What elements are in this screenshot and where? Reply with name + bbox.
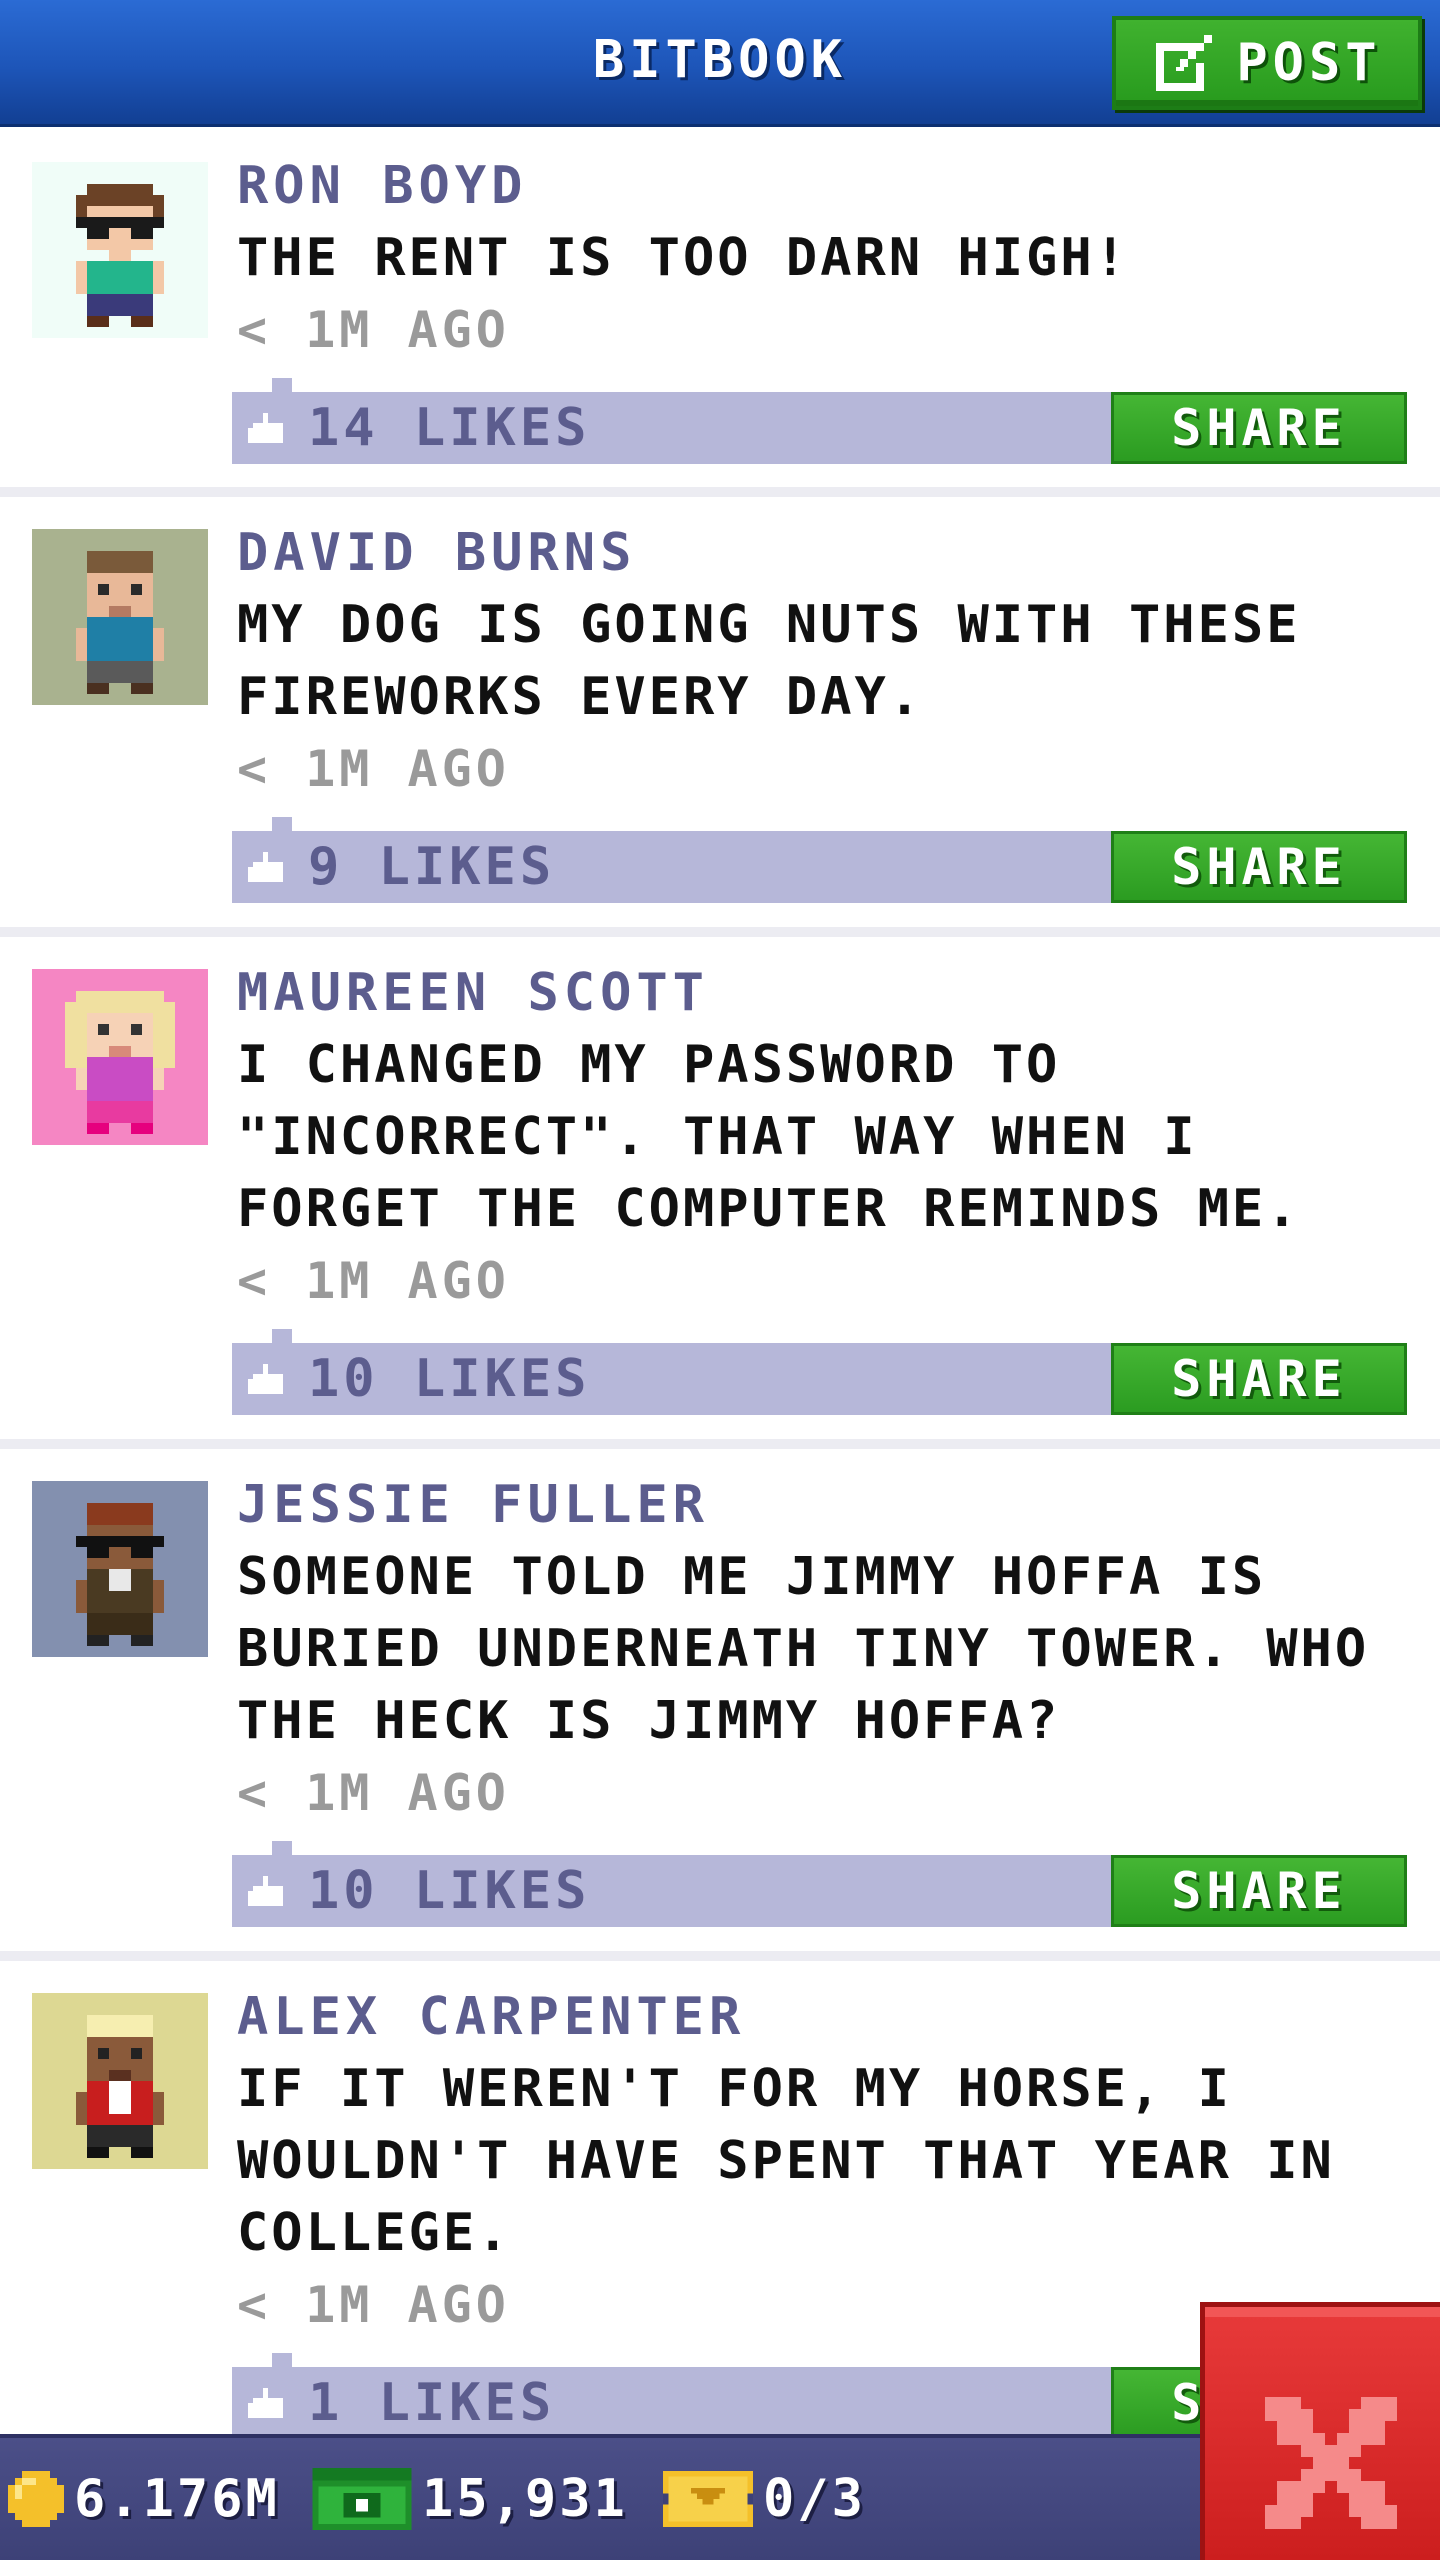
likes-count: 10 LIKES [308, 1861, 591, 1921]
tickets-counter: 0/3 [663, 2464, 866, 2534]
post-button[interactable]: POST [1112, 16, 1422, 110]
post-body-line: FIREWORKS EVERY DAY. [237, 667, 924, 727]
ron-boyd-avatar [32, 162, 208, 338]
ticket-icon [663, 2470, 753, 2528]
close-icon [1265, 2397, 1397, 2529]
thumbs-up-icon [248, 413, 283, 443]
post-timestamp: < 1M AGO [237, 301, 510, 359]
post-body-line: WOULDN'T HAVE SPENT THAT YEAR IN [237, 2131, 1335, 2191]
share-button[interactable]: SHARE [1111, 1343, 1407, 1415]
bux-value: 15,931 [422, 2469, 628, 2529]
compose-icon [1156, 35, 1213, 91]
post-body-line: FORGET THE COMPUTER REMINDS ME. [237, 1179, 1301, 1239]
share-button[interactable]: SHARE [1111, 1855, 1407, 1927]
likes-bar: 14 LIKES SHARE [232, 378, 1407, 464]
post-timestamp: < 1M AGO [237, 1252, 510, 1310]
alex-carpenter-avatar [32, 1993, 208, 2169]
post-author[interactable]: RON BOYD [237, 150, 527, 222]
likes-count: 10 LIKES [308, 1349, 591, 1409]
post-author[interactable]: MAUREEN SCOTT [237, 957, 709, 1029]
jessie-fuller-avatar [32, 1481, 208, 1657]
post-body: IF IT WEREN'T FOR MY HORSE, I WOULDN'T H… [237, 2053, 1417, 2269]
thumbs-up-icon [248, 2388, 283, 2418]
post-author[interactable]: DAVID BURNS [237, 517, 636, 589]
likes-bar: 10 LIKES SHARE [232, 1841, 1407, 1927]
post-body: SOMEONE TOLD ME JIMMY HOFFA IS BURIED UN… [237, 1541, 1417, 1757]
post-timestamp: < 1M AGO [237, 740, 510, 798]
post-body-line: THE RENT IS TOO DARN HIGH! [237, 228, 1129, 288]
post-timestamp: < 1M AGO [237, 2276, 510, 2334]
feed-post: JESSIE FULLER SOMEONE TOLD ME JIMMY HOFF… [0, 1449, 1440, 1961]
post-body-line: IF IT WEREN'T FOR MY HORSE, I [237, 2059, 1232, 2119]
likes-bar: 9 LIKES SHARE [232, 817, 1407, 903]
feed-post: RON BOYD THE RENT IS TOO DARN HIGH! < 1M… [0, 130, 1440, 497]
share-button[interactable]: SHARE [1111, 831, 1407, 903]
bux-icon [312, 2468, 412, 2530]
post-body-line: SOMEONE TOLD ME JIMMY HOFFA IS [237, 1547, 1267, 1607]
likes-bar: 10 LIKES SHARE [232, 1329, 1407, 1415]
thumbs-up-icon [248, 1364, 283, 1394]
post-body-line: "INCORRECT". THAT WAY WHEN I [237, 1107, 1198, 1167]
app-header: BITBOOK POST [0, 0, 1440, 127]
post-author[interactable]: JESSIE FULLER [237, 1469, 709, 1541]
thumbs-up-icon [248, 1876, 283, 1906]
feed-post: DAVID BURNS MY DOG IS GOING NUTS WITH TH… [0, 497, 1440, 937]
post-timestamp: < 1M AGO [237, 1764, 510, 1822]
post-author[interactable]: ALEX CARPENTER [237, 1981, 745, 2053]
post-body: MY DOG IS GOING NUTS WITH THESE FIREWORK… [237, 589, 1417, 733]
post-body-line: I CHANGED MY PASSWORD TO [237, 1035, 1061, 1095]
maureen-scott-avatar [32, 969, 208, 1145]
post-body-line: THE HECK IS JIMMY HOFFA? [237, 1691, 1061, 1751]
bux-counter: 15,931 [312, 2464, 628, 2534]
tickets-value: 0/3 [763, 2469, 866, 2529]
thumbs-up-icon [248, 852, 283, 882]
share-button[interactable]: SHARE [1111, 392, 1407, 464]
post-body-line: MY DOG IS GOING NUTS WITH THESE [237, 595, 1301, 655]
david-burns-avatar [32, 529, 208, 705]
close-button[interactable] [1200, 2302, 1440, 2560]
likes-count: 14 LIKES [308, 398, 591, 458]
likes-count: 1 LIKES [308, 2373, 556, 2433]
post-body: I CHANGED MY PASSWORD TO "INCORRECT". TH… [237, 1029, 1417, 1245]
post-body-line: COLLEGE. [237, 2203, 512, 2263]
coin-icon [8, 2471, 64, 2527]
coins-value: 6.176M [74, 2469, 280, 2529]
coins-counter: 6.176M [8, 2464, 280, 2534]
post-body: THE RENT IS TOO DARN HIGH! [237, 222, 1417, 294]
post-body-line: BURIED UNDERNEATH TINY TOWER. WHO [237, 1619, 1370, 1679]
news-feed[interactable]: RON BOYD THE RENT IS TOO DARN HIGH! < 1M… [0, 130, 1440, 2473]
likes-count: 9 LIKES [308, 837, 556, 897]
feed-post: MAUREEN SCOTT I CHANGED MY PASSWORD TO "… [0, 937, 1440, 1449]
post-button-label: POST [1236, 33, 1382, 93]
